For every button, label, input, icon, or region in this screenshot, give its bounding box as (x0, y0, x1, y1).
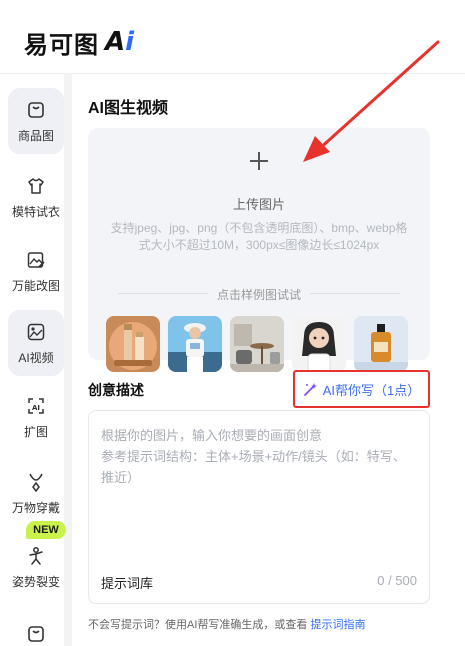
sidebar-item-universal-edit[interactable]: 万能改图 (8, 238, 64, 304)
plus-icon (248, 150, 270, 172)
sidebar-item-label: 万能改图 (11, 278, 60, 293)
description-textarea[interactable]: 根据你的图片，输入你想要的画面创意 参考提示词结构：主体+场景+动作/镜头（如：… (88, 410, 430, 604)
sidebar-item-wear-anything[interactable]: 万物穿戴 (8, 460, 64, 526)
sidebar-item-label: 模特试衣 (11, 204, 60, 219)
magic-wand-icon (303, 381, 319, 397)
description-title: 创意描述 (88, 382, 144, 398)
logo-ai-mark: Ai (105, 27, 135, 57)
ai-write-label: AI帮你写（1点） (322, 382, 421, 398)
sidebar-item-label: 扩图 (23, 424, 48, 439)
prompt-library-button[interactable]: 提示词库 (101, 573, 153, 592)
sidebar: 商品图 模特试衣 万能改图 AI视频 AI 扩图 万物穿戴 姿势裂变 (0, 74, 72, 646)
sample-thumbnails (106, 316, 416, 372)
description-placeholder: 根据你的图片，输入你想要的画面创意 参考提示词结构：主体+场景+动作/镜头（如：… (101, 425, 417, 488)
sidebar-divider (64, 74, 72, 646)
sample-hint: 点击样例图试试 (216, 288, 301, 302)
necklace-icon (25, 471, 47, 493)
sample-divider: 点击样例图试试 (118, 286, 400, 302)
shopping-bag-icon (25, 99, 47, 121)
placeholder-line-2: 参考提示词结构：主体+场景+动作/镜头（如：特写、推近） (101, 449, 406, 485)
svg-text:AI: AI (32, 404, 40, 412)
prompt-guide-link[interactable]: 提示词指南 (310, 619, 365, 631)
sidebar-item-label: 姿势裂变 (11, 574, 60, 589)
video-image-icon (25, 321, 47, 343)
ai-write-button[interactable]: AI帮你写（1点） (293, 370, 430, 408)
bag-icon (25, 623, 47, 645)
sample-thumb-furniture[interactable] (230, 316, 284, 372)
app-header: 易可图 Ai (0, 0, 465, 74)
new-badge: NEW (26, 521, 66, 539)
char-counter: 0 / 500 (377, 573, 417, 588)
sample-thumb-perfume[interactable] (354, 316, 408, 372)
sidebar-item-label: 商品图 (17, 128, 54, 143)
logo-text: 易可图 (24, 30, 99, 59)
app-logo[interactable]: 易可图 Ai (24, 27, 135, 59)
sidebar-item-product-image[interactable]: 商品图 (8, 88, 64, 154)
upload-title: 上传图片 (232, 197, 285, 212)
sidebar-item-pose-fission[interactable]: 姿势裂变 (8, 534, 64, 600)
sidebar-item-label: 万物穿戴 (11, 500, 60, 515)
sample-thumb-cosmetics[interactable] (106, 316, 160, 372)
tshirt-icon (25, 175, 47, 197)
image-edit-icon (25, 249, 47, 271)
placeholder-line-1: 根据你的图片，输入你想要的画面创意 (101, 428, 323, 443)
main-panel: AI图生视频 上传图片 支持jpeg、jpg、png（不包含透明底图）、bmp、… (72, 74, 465, 646)
sidebar-item-model-tryon[interactable]: 模特试衣 (8, 164, 64, 230)
prompt-tip: 不会写提示词？使用AI帮写准确生成，或查看 提示词指南 (88, 616, 365, 632)
prompt-tip-text: 不会写提示词？使用AI帮写准确生成，或查看 (88, 619, 311, 631)
sidebar-item-more[interactable] (8, 604, 64, 646)
expand-ai-icon: AI (25, 395, 47, 417)
sidebar-item-ai-video[interactable]: AI视频 (8, 310, 64, 376)
pose-icon (25, 545, 47, 567)
sidebar-item-expand[interactable]: AI 扩图 (8, 384, 64, 450)
page-title: AI图生视频 (88, 100, 169, 117)
sample-thumb-model[interactable] (168, 316, 222, 372)
upload-requirements: 支持jpeg、jpg、png（不包含透明底图）、bmp、webp格式大小不超过1… (110, 221, 408, 252)
sample-thumb-child[interactable] (292, 316, 346, 372)
sidebar-item-label: AI视频 (18, 350, 54, 365)
